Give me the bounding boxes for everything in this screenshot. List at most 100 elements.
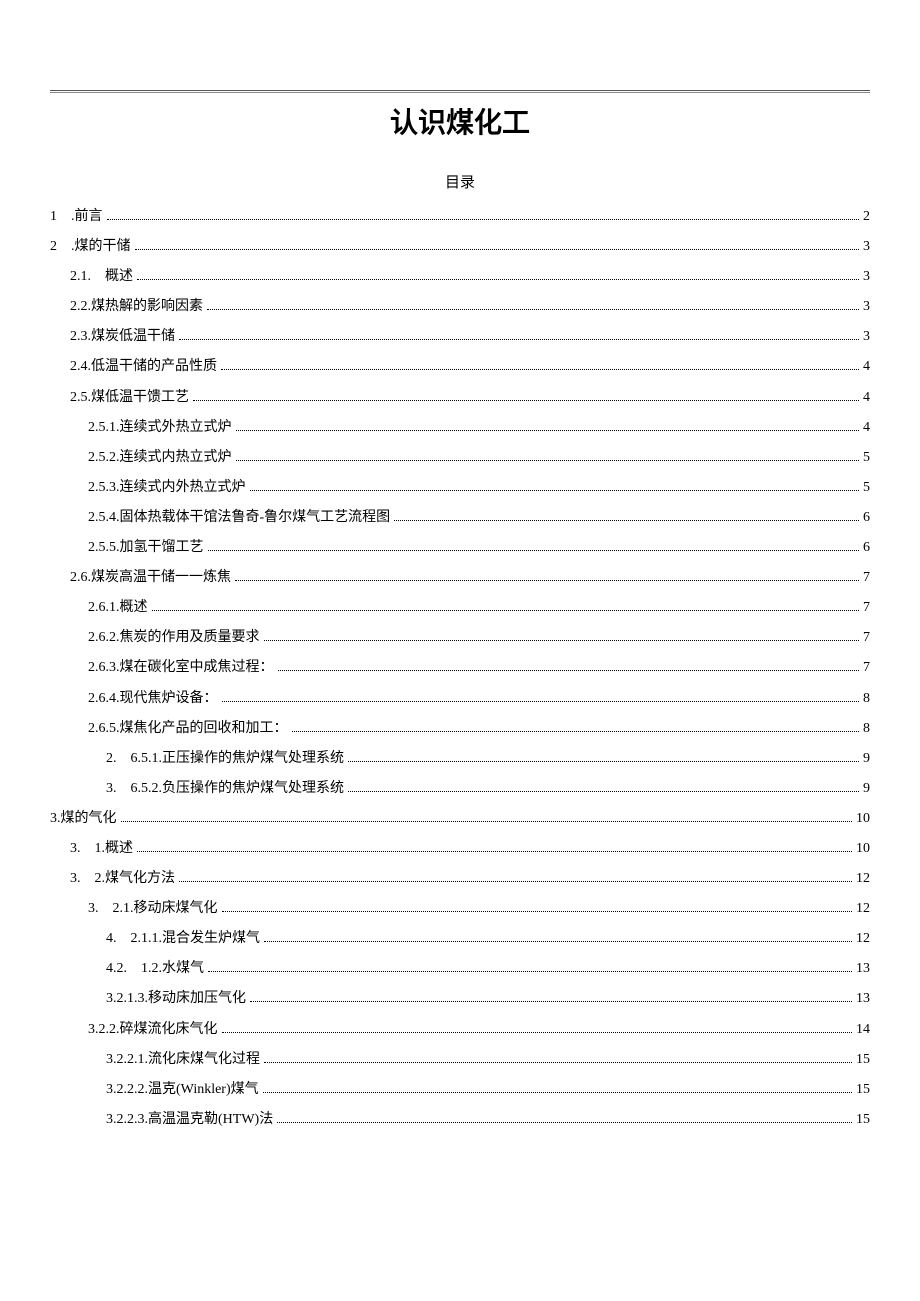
toc-entry[interactable]: 3. 2.1.移动床煤气化 12	[50, 894, 870, 924]
toc-entry[interactable]: 2.6.1.概述 7	[50, 593, 870, 623]
toc-entry-label: 3. 2.1.移动床煤气化	[88, 894, 218, 924]
toc-dots	[278, 670, 860, 671]
toc-dots	[208, 971, 852, 972]
toc-entry[interactable]: 2.6.煤炭高温干储一一炼焦 7	[50, 563, 870, 593]
toc-entry-page: 3	[863, 322, 870, 352]
table-of-contents: 1 .前言22 .煤的干储32.1. 概述32.2.煤热解的影响因素32.3.煤…	[50, 202, 870, 1135]
toc-entry-page: 8	[863, 684, 870, 714]
toc-entry-page: 3	[863, 262, 870, 292]
toc-entry[interactable]: 2.5.煤低温干馈工艺 4	[50, 383, 870, 413]
toc-dots	[179, 339, 859, 340]
toc-entry[interactable]: 3.2.2.3.高温温克勒(HTW)法 15	[50, 1105, 870, 1135]
toc-dots	[208, 550, 860, 551]
toc-entry-page: 12	[856, 894, 870, 924]
toc-entry-page: 10	[856, 834, 870, 864]
toc-entry-page: 15	[856, 1045, 870, 1075]
toc-entry[interactable]: 1 .前言 2	[50, 202, 870, 232]
toc-entry-page: 4	[863, 352, 870, 382]
toc-entry-label: 3.2.1.3.移动床加压气化	[106, 984, 246, 1014]
toc-entry-page: 14	[856, 1015, 870, 1045]
toc-entry-label: 2.4.低温干储的产品性质	[70, 352, 217, 382]
toc-entry-label: 3.2.2.1.流化床煤气化过程	[106, 1045, 260, 1075]
toc-dots	[221, 369, 859, 370]
toc-entry-page: 3	[863, 232, 870, 262]
toc-entry-page: 4	[863, 413, 870, 443]
toc-entry-page: 13	[856, 954, 870, 984]
toc-entry-page: 7	[863, 593, 870, 623]
toc-entry[interactable]: 2.4.低温干储的产品性质 4	[50, 352, 870, 382]
toc-dots	[236, 460, 860, 461]
toc-entry[interactable]: 2.3.煤炭低温干储 3	[50, 322, 870, 352]
toc-entry[interactable]: 3.2.2.1.流化床煤气化过程 15	[50, 1045, 870, 1075]
toc-entry-page: 3	[863, 292, 870, 322]
toc-entry[interactable]: 2.2.煤热解的影响因素 3	[50, 292, 870, 322]
toc-dots	[107, 219, 860, 220]
toc-entry[interactable]: 4.2. 1.2.水煤气 13	[50, 954, 870, 984]
toc-entry-label: 2.6.1.概述	[88, 593, 148, 623]
toc-entry[interactable]: 2.5.3.连续式内外热立式炉5	[50, 473, 870, 503]
toc-dots	[137, 851, 852, 852]
toc-entry[interactable]: 2 .煤的干储3	[50, 232, 870, 262]
toc-entry-page: 15	[856, 1105, 870, 1135]
toc-dots	[179, 881, 852, 882]
toc-entry[interactable]: 3.2.1.3.移动床加压气化13	[50, 984, 870, 1014]
toc-dots	[348, 791, 859, 792]
toc-entry[interactable]: 3.2.2.碎煤流化床气化 14	[50, 1015, 870, 1045]
toc-entry-label: 2.6.2.焦炭的作用及质量要求	[88, 623, 260, 653]
toc-entry[interactable]: 2.5.1.连续式外热立式炉4	[50, 413, 870, 443]
toc-entry[interactable]: 3. 1.概述 10	[50, 834, 870, 864]
toc-entry-label: 2.3.煤炭低温干储	[70, 322, 175, 352]
toc-dots	[235, 580, 859, 581]
toc-entry[interactable]: 2.5.2.连续式内热立式炉5	[50, 443, 870, 473]
toc-entry-label: 2.5.煤低温干馈工艺	[70, 383, 189, 413]
toc-entry-label: 4.2. 1.2.水煤气	[106, 954, 204, 984]
toc-dots	[121, 821, 853, 822]
toc-entry-label: 1 .前言	[50, 202, 103, 232]
toc-entry-page: 9	[863, 774, 870, 804]
toc-entry-page: 6	[863, 503, 870, 533]
toc-entry-label: 3. 6.5.2.负压操作的焦炉煤气处理系统	[106, 774, 344, 804]
toc-entry-label: 2.5.3.连续式内外热立式炉	[88, 473, 246, 503]
toc-entry-page: 6	[863, 533, 870, 563]
page-title: 认识煤化工	[50, 101, 870, 141]
toc-dots	[222, 1032, 853, 1033]
toc-entry[interactable]: 2.5.5.加氢干馏工艺 6	[50, 533, 870, 563]
toc-dots	[394, 520, 859, 521]
toc-entry-page: 7	[863, 563, 870, 593]
toc-entry-page: 2	[863, 202, 870, 232]
toc-entry-label: 2.5.5.加氢干馏工艺	[88, 533, 204, 563]
toc-entry[interactable]: 3. 2.煤气化方法12	[50, 864, 870, 894]
toc-entry-page: 4	[863, 383, 870, 413]
toc-entry-page: 7	[863, 653, 870, 683]
toc-entry[interactable]: 3.2.2.2.温克(Winkler)煤气15	[50, 1075, 870, 1105]
toc-entry-label: 3.2.2.3.高温温克勒(HTW)法	[106, 1105, 273, 1135]
toc-dots	[277, 1122, 852, 1123]
toc-dots	[348, 761, 859, 762]
toc-dots	[236, 430, 860, 431]
toc-entry-label: 3.2.2.碎煤流化床气化	[88, 1015, 218, 1045]
toc-entry[interactable]: 3. 6.5.2.负压操作的焦炉煤气处理系统 9	[50, 774, 870, 804]
toc-entry[interactable]: 2.6.4.现代焦炉设备：8	[50, 684, 870, 714]
toc-entry[interactable]: 2. 6.5.1.正压操作的焦炉煤气处理系统9	[50, 744, 870, 774]
toc-entry[interactable]: 2.1. 概述 3	[50, 262, 870, 292]
toc-heading: 目录	[50, 171, 870, 192]
toc-dots	[292, 731, 860, 732]
toc-dots	[152, 610, 860, 611]
toc-entry-page: 5	[863, 443, 870, 473]
toc-entry-label: 3.2.2.2.温克(Winkler)煤气	[106, 1075, 259, 1105]
toc-entry-label: 3. 2.煤气化方法	[70, 864, 175, 894]
toc-dots	[222, 701, 860, 702]
toc-entry[interactable]: 3.煤的气化10	[50, 804, 870, 834]
toc-entry-label: 2.2.煤热解的影响因素	[70, 292, 203, 322]
toc-entry[interactable]: 2.6.3.煤在碳化室中成焦过程： 7	[50, 653, 870, 683]
toc-entry-page: 10	[856, 804, 870, 834]
toc-entry[interactable]: 2.6.2.焦炭的作用及质量要求7	[50, 623, 870, 653]
toc-entry[interactable]: 2.5.4.固体热载体干馆法鲁奇-鲁尔煤气工艺流程图6	[50, 503, 870, 533]
toc-entry-label: 3. 1.概述	[70, 834, 133, 864]
toc-entry-label: 2.1. 概述	[70, 262, 133, 292]
toc-entry[interactable]: 2.6.5.煤焦化产品的回收和加工：8	[50, 714, 870, 744]
toc-entry[interactable]: 4. 2.1.1.混合发生炉煤气12	[50, 924, 870, 954]
toc-dots	[207, 309, 859, 310]
toc-entry-label: 2.6.煤炭高温干储一一炼焦	[70, 563, 231, 593]
toc-entry-label: 2.6.3.煤在碳化室中成焦过程：	[88, 653, 274, 683]
